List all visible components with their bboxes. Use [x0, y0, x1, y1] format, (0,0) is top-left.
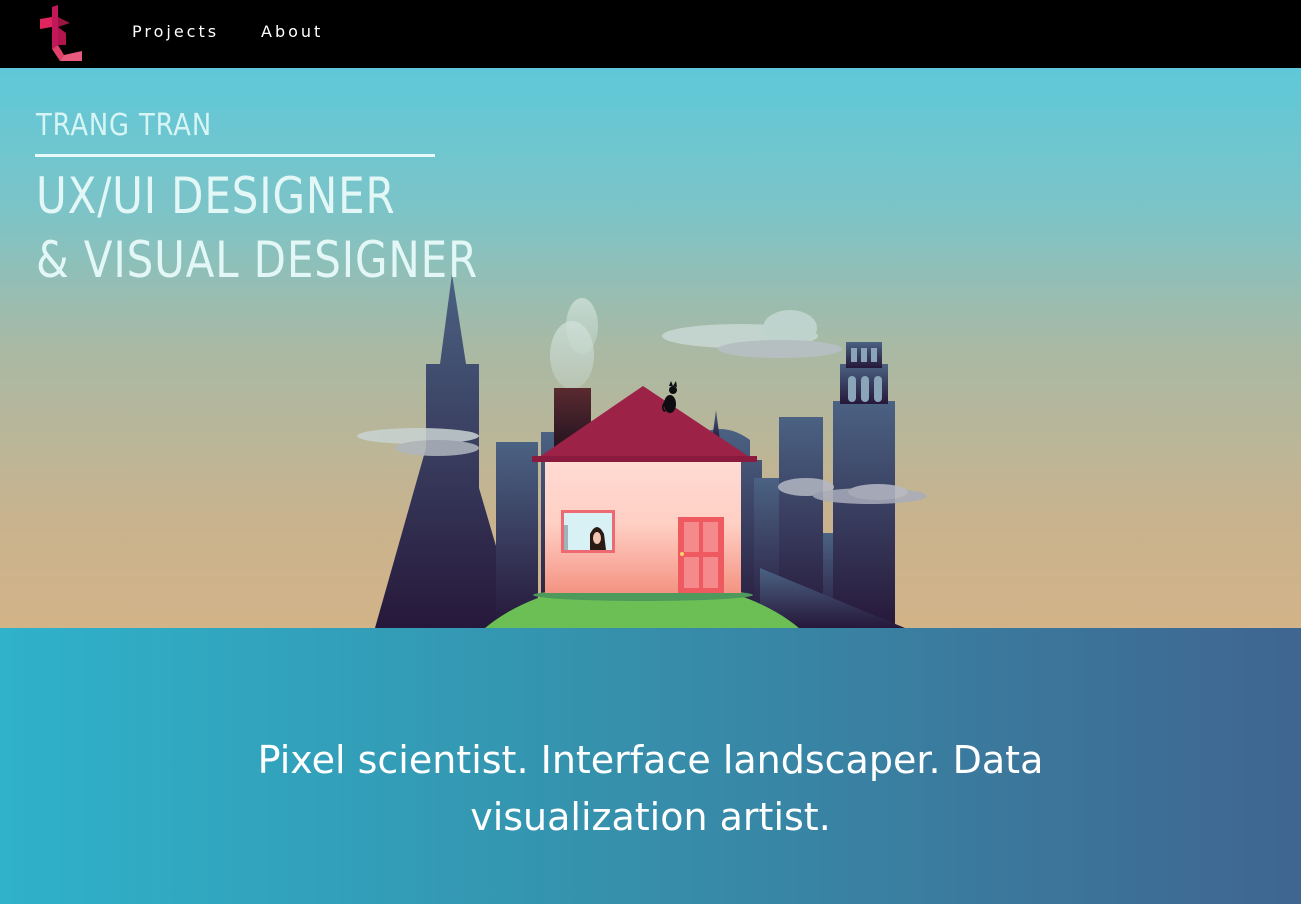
chimney-smoke — [550, 298, 598, 389]
tagline-line-2: visualization artist. — [470, 795, 831, 839]
hero-role-title: UX/UI DESIGNER & VISUAL DESIGNER — [36, 164, 478, 292]
top-nav: Projects About — [0, 0, 1301, 68]
hero-role-line-1: UX/UI DESIGNER — [36, 167, 396, 225]
tagline-line-1: Pixel scientist. Interface landscaper. D… — [257, 738, 1044, 782]
hero-section: TRANG TRAN UX/UI DESIGNER & VISUAL DESIG… — [0, 68, 1301, 628]
house-on-hill-city-skyline-illustration — [357, 274, 927, 628]
nav-link-projects[interactable]: Projects — [132, 22, 219, 41]
hero-name: TRANG TRAN — [36, 108, 212, 143]
hero-divider — [35, 154, 435, 157]
nav-link-about[interactable]: About — [261, 22, 323, 41]
t-monogram-logo-icon[interactable] — [38, 5, 84, 63]
hero-role-line-2: & VISUAL DESIGNER — [36, 231, 478, 289]
tagline-section: Pixel scientist. Interface landscaper. D… — [0, 628, 1301, 904]
tagline-text: Pixel scientist. Interface landscaper. D… — [0, 732, 1301, 846]
